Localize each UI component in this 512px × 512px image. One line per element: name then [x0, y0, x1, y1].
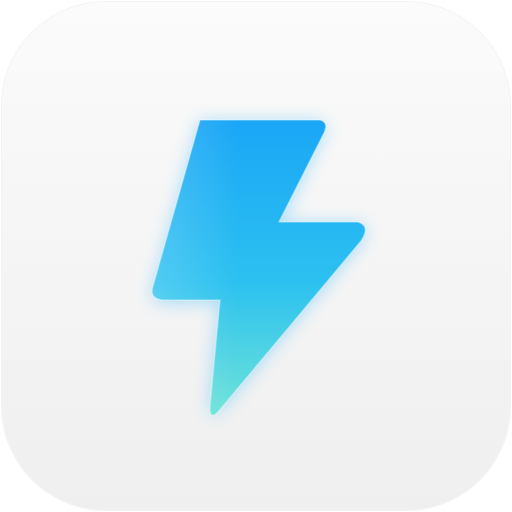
canvas	[0, 0, 512, 512]
app-icon-tile[interactable]	[2, 2, 510, 510]
app-icon-svg	[2, 2, 510, 510]
